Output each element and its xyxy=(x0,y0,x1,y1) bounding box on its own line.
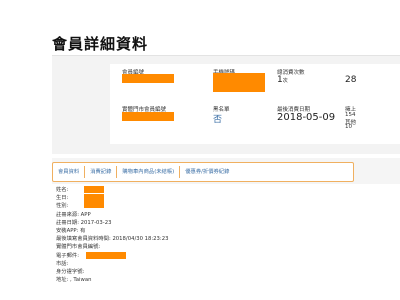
member-details: 姓名: 生日: 性別: 註冊來源: APP 註冊日期: 2017-03-23 安… xyxy=(56,186,276,284)
page-title: 會員詳細資料 xyxy=(52,35,149,53)
email-redacted xyxy=(86,251,126,259)
tab-member-info[interactable]: 會員資料 xyxy=(53,166,86,178)
detail-physical-no: 實體門市會員編號: xyxy=(56,244,101,251)
purchase-count-value: 1次 xyxy=(277,75,288,85)
detail-register-date: 註冊日期: 2017-03-23 xyxy=(56,219,112,226)
name-redacted xyxy=(84,186,104,193)
detail-gender: 性別: xyxy=(56,203,69,210)
detail-address: 地址: , Taiwan xyxy=(56,277,92,284)
partial-right-value-4: 10 xyxy=(345,124,352,130)
partial-right-value: 28 xyxy=(345,75,357,85)
detail-birthday: 生日: xyxy=(56,194,276,209)
last-purchase-value: 2018-05-09 xyxy=(277,112,336,123)
blacklist-value: 否 xyxy=(213,115,223,125)
member-no-redacted xyxy=(122,74,174,83)
summary-panel: 會員編號 手機號碼 總消費次數 1次 28 實體門市會員編號 黑名單 最後消費日… xyxy=(110,64,400,144)
summary-card: 會員編號 手機號碼 總消費次數 1次 28 實體門市會員編號 黑名單 最後消費日… xyxy=(52,55,400,154)
tab-bar: 會員資料 消費記錄 購物車內商品(未結帳) 優惠券/折價券紀錄 xyxy=(52,162,354,182)
tab-coupon-history[interactable]: 優惠券/折價券紀錄 xyxy=(180,166,234,178)
detail-email: 電子郵件: xyxy=(56,251,276,260)
detail-source: 註冊來源: APP xyxy=(56,211,91,218)
detail-phone: 市話: xyxy=(56,260,69,267)
detail-id: 身分證字號: xyxy=(56,268,85,275)
phone-redacted xyxy=(213,73,265,92)
physical-member-no-redacted xyxy=(122,112,174,121)
detail-last-update: 最後填寫會員資料時間: 2018/04/30 18:23:23 xyxy=(56,236,169,243)
detail-app: 安裝APP: 有 xyxy=(56,227,86,234)
detail-name: 姓名: xyxy=(56,186,276,194)
tab-cart-items[interactable]: 購物車內商品(未結帳) xyxy=(117,166,181,178)
tab-purchase-history[interactable]: 消費記錄 xyxy=(85,166,118,178)
